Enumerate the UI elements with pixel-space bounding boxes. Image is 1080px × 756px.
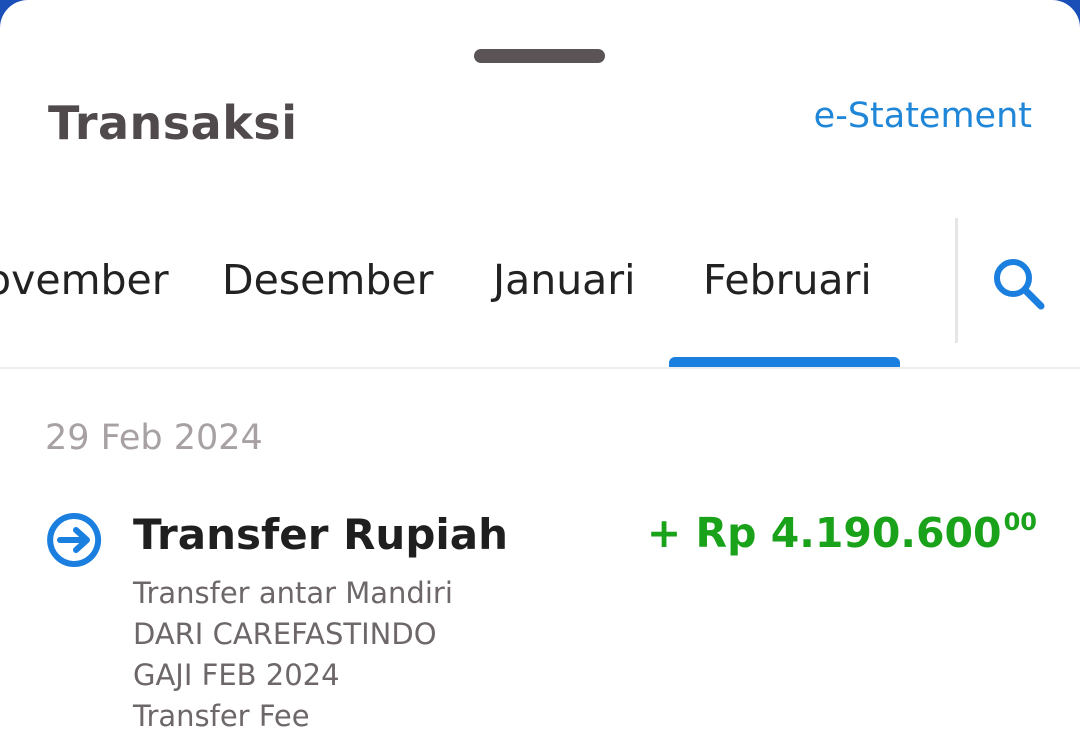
transactions-sheet: Transaksi e-Statement ovember Desember J… — [0, 0, 1080, 756]
drag-handle[interactable] — [474, 49, 605, 63]
tab-januari[interactable]: Januari — [493, 256, 636, 304]
amount-main: + Rp 4.190.600 — [646, 509, 1002, 557]
month-tabs: ovember Desember Januari Februari — [0, 218, 955, 368]
transaction-amount: + Rp 4.190.60000 — [647, 508, 1037, 557]
transaction-detail-line: DARI CAREFASTINDO — [133, 617, 437, 651]
e-statement-link[interactable]: e-Statement — [814, 96, 1032, 136]
transaction-detail-line: Transfer Fee — [133, 699, 310, 733]
tab-november[interactable]: ovember — [0, 256, 169, 304]
section-divider — [0, 367, 1080, 369]
tabs-divider — [955, 218, 958, 343]
search-icon[interactable] — [985, 250, 1051, 316]
transaction-title: Transfer Rupiah — [133, 510, 509, 559]
tab-desember[interactable]: Desember — [222, 256, 433, 304]
tab-label: ovember — [0, 256, 169, 304]
amount-cents: 00 — [1003, 508, 1037, 536]
tab-februari[interactable]: Februari — [703, 256, 872, 304]
page-title: Transaksi — [48, 96, 298, 150]
transfer-in-icon — [46, 510, 106, 570]
transaction-detail-line: GAJI FEB 2024 — [133, 658, 340, 692]
date-header: 29 Feb 2024 — [45, 418, 263, 458]
transaction-detail-line: Transfer antar Mandiri — [133, 576, 453, 610]
